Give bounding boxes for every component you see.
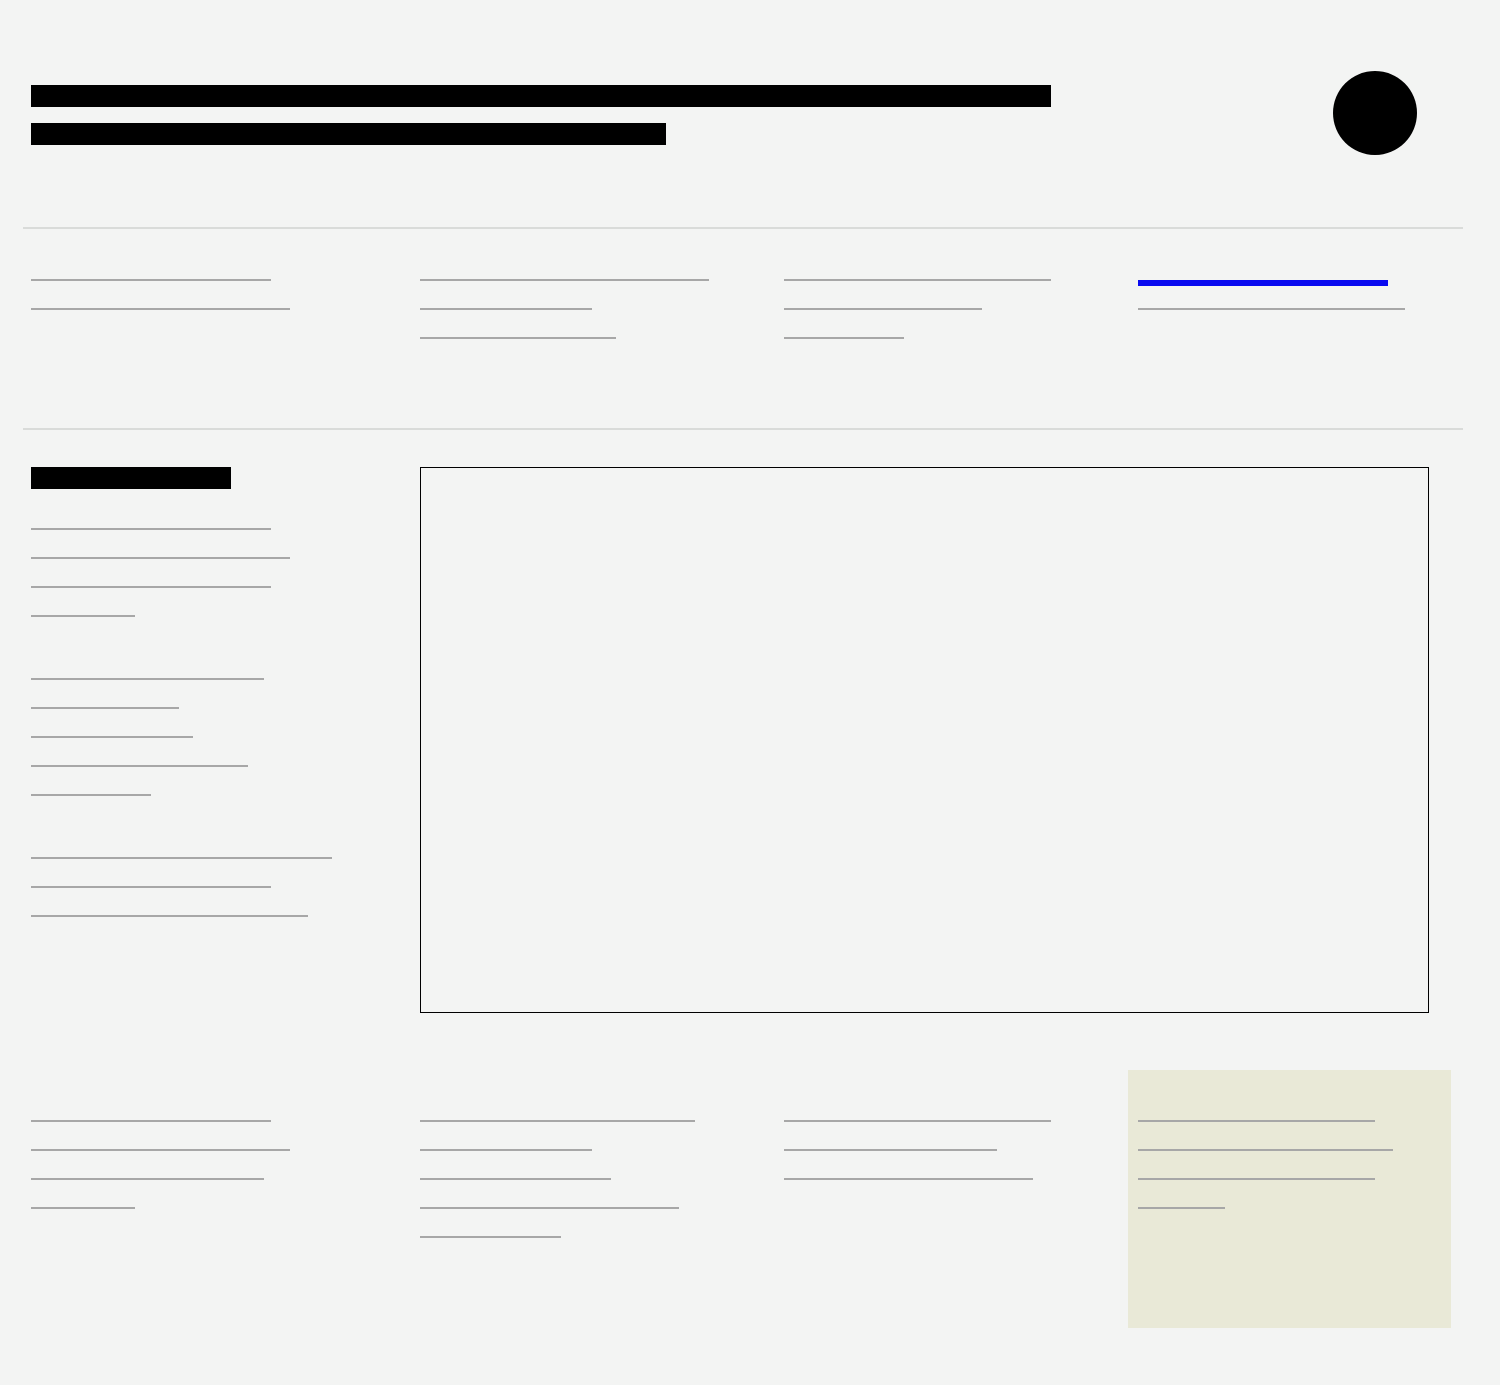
sidebar-item[interactable]: [31, 765, 248, 767]
text-line: [784, 1120, 1051, 1122]
sidebar-item[interactable]: [31, 586, 271, 588]
sidebar-item[interactable]: [31, 615, 135, 617]
text-line: [31, 279, 271, 281]
text-line: [420, 279, 709, 281]
section-divider: [23, 428, 1463, 430]
text-line: [420, 1236, 561, 1238]
text-line: [420, 337, 616, 339]
sidebar-item[interactable]: [31, 678, 264, 680]
page-title: [31, 85, 1051, 107]
text-line: [420, 1120, 695, 1122]
text-line: [31, 1207, 135, 1209]
sidebar-item[interactable]: [31, 528, 271, 530]
sidebar-heading: [31, 467, 231, 489]
text-line: [784, 1149, 997, 1151]
text-line: [420, 1207, 679, 1209]
text-line: [784, 337, 904, 339]
sidebar-item[interactable]: [31, 915, 308, 917]
text-line: [1138, 1120, 1375, 1122]
text-line: [31, 1120, 271, 1122]
text-line: [31, 1178, 264, 1180]
text-line: [784, 308, 982, 310]
text-line: [784, 279, 1051, 281]
callout-box: [1128, 1070, 1451, 1328]
sidebar-item[interactable]: [31, 886, 271, 888]
avatar[interactable]: [1333, 71, 1417, 155]
text-line: [1138, 308, 1405, 310]
text-line: [420, 1149, 592, 1151]
sidebar-item[interactable]: [31, 736, 193, 738]
text-line: [31, 308, 290, 310]
text-line: [1138, 1207, 1225, 1209]
text-line: [420, 308, 592, 310]
text-line: [784, 1178, 1033, 1180]
sidebar-item[interactable]: [31, 794, 151, 796]
top-divider: [23, 227, 1463, 229]
sidebar-item[interactable]: [31, 857, 332, 859]
main-content-frame: [420, 467, 1429, 1013]
page-subtitle: [31, 123, 666, 145]
sidebar-item[interactable]: [31, 557, 290, 559]
text-line: [1138, 1149, 1393, 1151]
active-link[interactable]: [1138, 280, 1388, 286]
text-line: [420, 1178, 611, 1180]
sidebar-item[interactable]: [31, 707, 179, 709]
text-line: [31, 1149, 290, 1151]
text-line: [1138, 1178, 1375, 1180]
